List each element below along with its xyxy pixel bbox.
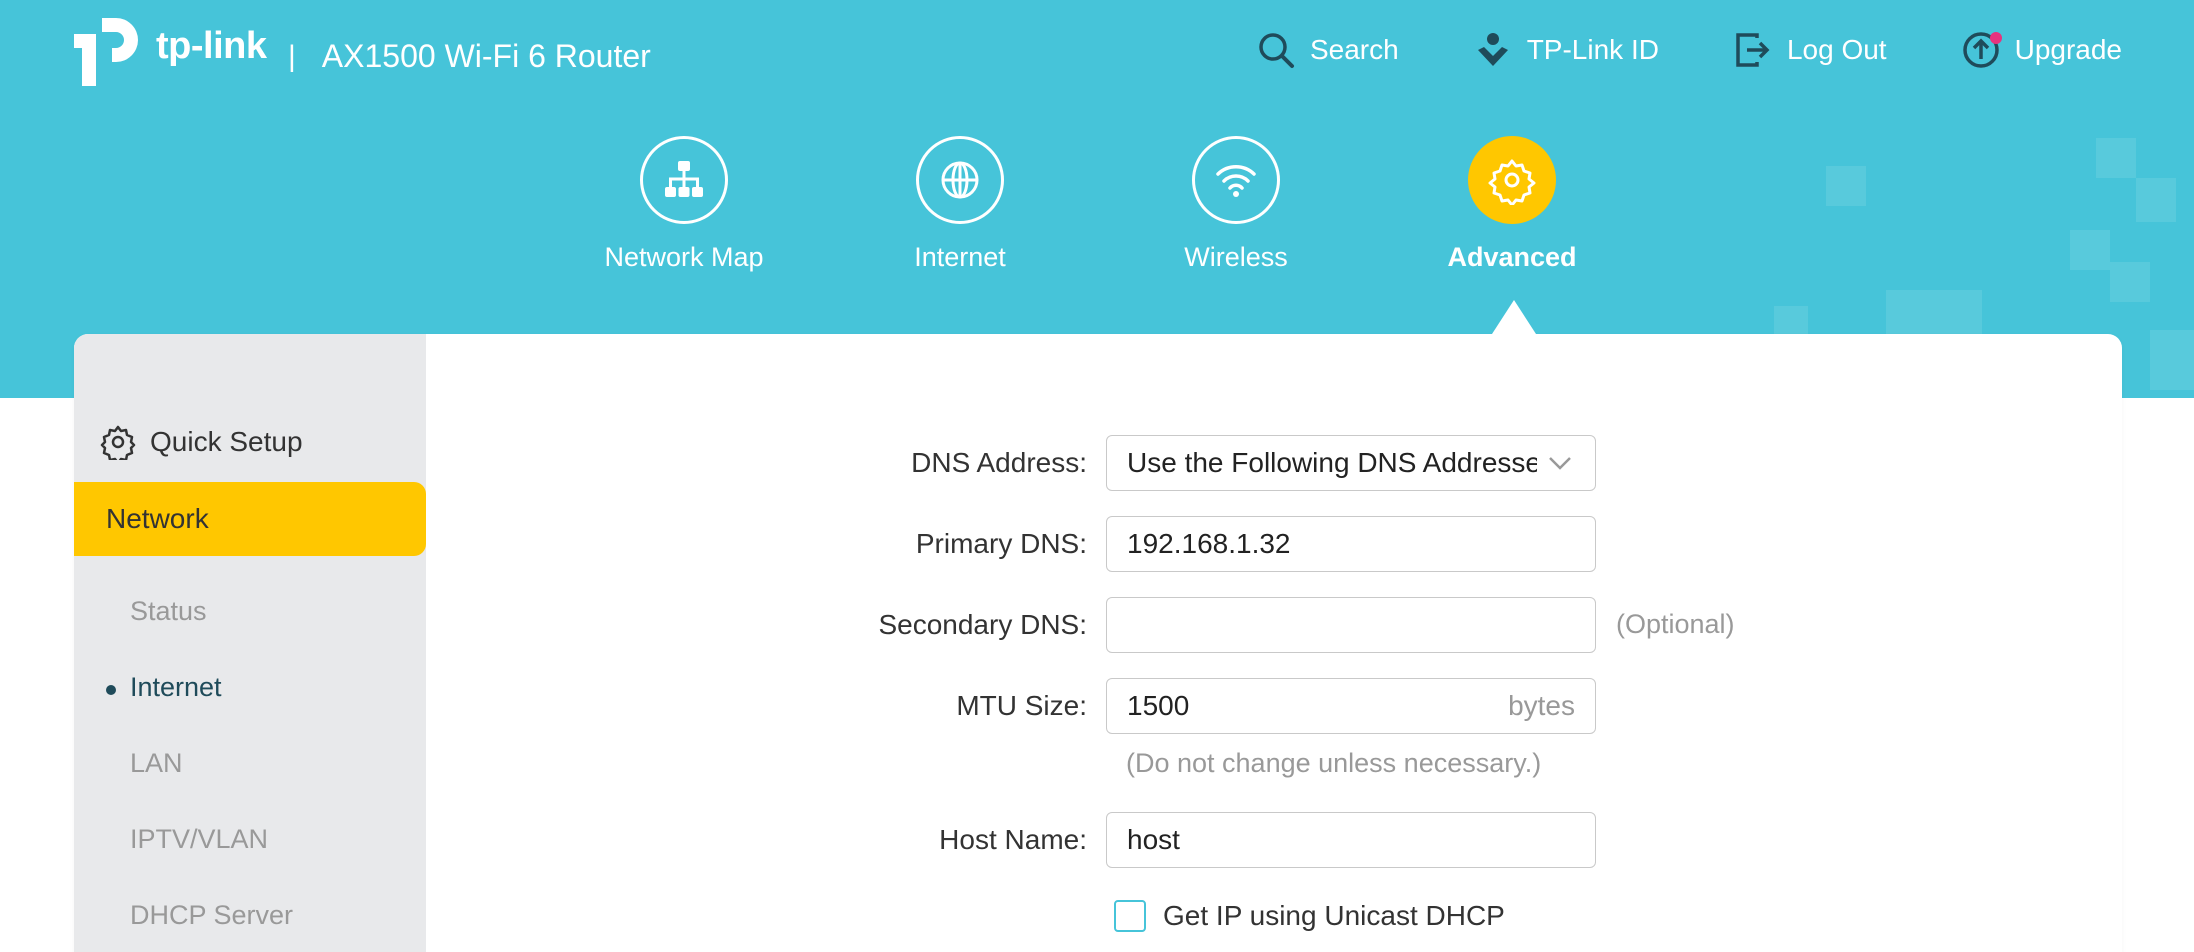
dns-address-label: DNS Address: bbox=[911, 447, 1087, 478]
gear-icon bbox=[1468, 136, 1556, 224]
primary-dns-value: 192.168.1.32 bbox=[1127, 528, 1291, 559]
title-separator: | bbox=[288, 39, 296, 73]
sidebar-item-network[interactable]: Network bbox=[74, 482, 426, 556]
main-nav: Network Map Internet Wireless Advanced bbox=[0, 136, 2194, 286]
tab-internet-label: Internet bbox=[914, 242, 1006, 272]
sidebar-item-internet[interactable]: Internet bbox=[106, 672, 222, 703]
sidebar-item-status[interactable]: Status bbox=[130, 596, 207, 627]
quick-setup-label: Quick Setup bbox=[150, 426, 303, 457]
sidebar-quick-setup[interactable]: Quick Setup bbox=[100, 424, 303, 460]
mtu-size-input[interactable]: 1500 bytes bbox=[1106, 678, 1596, 734]
unicast-dhcp-checkbox[interactable] bbox=[1114, 900, 1146, 932]
chevron-down-icon bbox=[1549, 457, 1571, 470]
dns-address-select[interactable]: Use the Following DNS Addresses bbox=[1106, 435, 1596, 491]
search-icon bbox=[1259, 33, 1294, 68]
brand-name: tp-link bbox=[156, 24, 267, 67]
notification-dot bbox=[1989, 32, 2002, 44]
search-link[interactable]: Search bbox=[1256, 30, 1399, 70]
mtu-size-label: MTU Size: bbox=[956, 690, 1087, 721]
upgrade-icon bbox=[1961, 30, 2002, 70]
host-name-value: host bbox=[1127, 824, 1180, 855]
tab-advanced-label: Advanced bbox=[1447, 242, 1577, 272]
tab-advanced[interactable]: Advanced bbox=[1402, 136, 1622, 273]
content-card: Quick Setup Network Status Internet LAN … bbox=[74, 334, 2122, 952]
model-name: AX1500 Wi-Fi 6 Router bbox=[321, 38, 651, 74]
primary-dns-label: Primary DNS: bbox=[915, 528, 1087, 559]
upgrade-label: Upgrade bbox=[2014, 34, 2122, 65]
unicast-dhcp-label[interactable]: Get IP using Unicast DHCP bbox=[1163, 900, 1505, 932]
tab-internet[interactable]: Internet bbox=[850, 136, 1070, 273]
globe-icon bbox=[916, 136, 1004, 224]
sidebar-item-iptv-vlan[interactable]: IPTV/VLAN bbox=[130, 824, 268, 855]
host-name-input[interactable]: host bbox=[1106, 812, 1596, 868]
user-icon bbox=[1477, 33, 1508, 66]
top-links: Search TP-Link ID Log Out Upgrade bbox=[1256, 30, 2122, 70]
tab-wireless[interactable]: Wireless bbox=[1126, 136, 1346, 273]
sidebar-item-lan[interactable]: LAN bbox=[130, 748, 183, 779]
decorative-square bbox=[2150, 330, 2194, 390]
active-tab-pointer bbox=[1492, 300, 1536, 334]
sidebar: Quick Setup Network Status Internet LAN … bbox=[74, 334, 426, 952]
logout-icon bbox=[1736, 33, 1770, 67]
upgrade-link[interactable]: Upgrade bbox=[1961, 30, 2122, 70]
tp-link-id-label: TP-Link ID bbox=[1526, 34, 1659, 65]
tp-link-logo[interactable]: tp-link bbox=[72, 14, 267, 88]
tp-link-id-link[interactable]: TP-Link ID bbox=[1473, 30, 1659, 70]
tab-wireless-label: Wireless bbox=[1184, 242, 1288, 272]
host-name-label: Host Name: bbox=[939, 824, 1087, 855]
primary-dns-input[interactable]: 192.168.1.32 bbox=[1106, 516, 1596, 572]
secondary-dns-input[interactable] bbox=[1106, 597, 1596, 653]
tab-network-map-label: Network Map bbox=[604, 242, 764, 272]
search-label: Search bbox=[1309, 34, 1399, 65]
logout-label: Log Out bbox=[1786, 34, 1887, 65]
router-model: | AX1500 Wi-Fi 6 Router bbox=[288, 38, 651, 75]
secondary-dns-label: Secondary DNS: bbox=[878, 609, 1087, 640]
tp-link-logo-mark-icon bbox=[74, 18, 138, 86]
mtu-unit: bytes bbox=[1508, 690, 1575, 721]
network-map-icon bbox=[640, 136, 728, 224]
quick-setup-gear-icon bbox=[100, 425, 136, 460]
logout-link[interactable]: Log Out bbox=[1733, 30, 1887, 70]
mtu-hint: (Do not change unless necessary.) bbox=[1126, 748, 1542, 778]
dns-address-value: Use the Following DNS Addresses bbox=[1127, 447, 1537, 478]
wifi-icon bbox=[1192, 136, 1280, 224]
sidebar-item-dhcp-server[interactable]: DHCP Server bbox=[130, 900, 293, 931]
mtu-size-value: 1500 bbox=[1127, 690, 1190, 721]
secondary-dns-optional-hint: (Optional) bbox=[1616, 609, 1735, 639]
tab-network-map[interactable]: Network Map bbox=[574, 136, 794, 273]
